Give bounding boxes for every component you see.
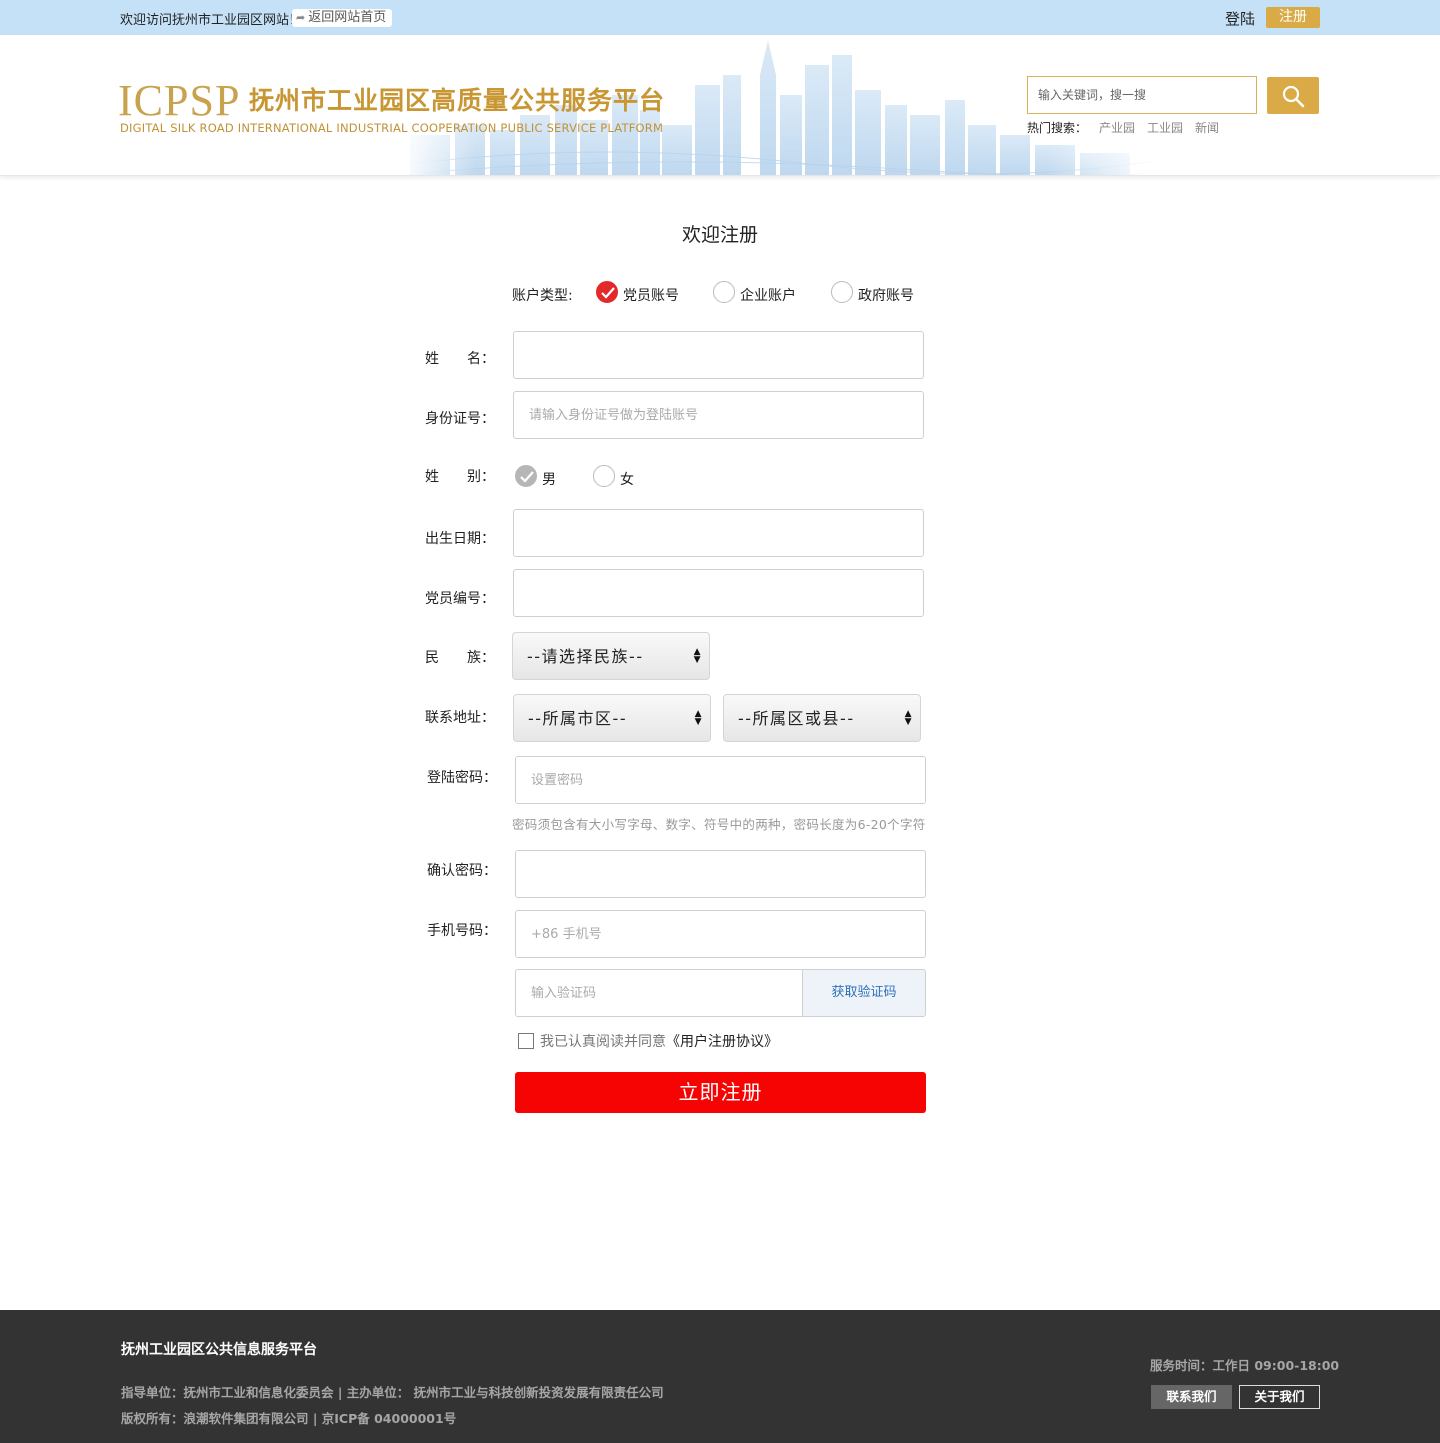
password-label: 登陆密码： [427,770,497,786]
password-hint: 密码须包含有大小写字母、数字、符号中的两种，密码长度为6-20个字符 [512,817,926,832]
home-link-label: 返回网站首页 [308,10,387,25]
id-number-field[interactable] [513,391,924,439]
login-link[interactable]: 登陆 [1225,8,1255,29]
site-footer: 抚州工业园区公共信息服务平台 指导单位：抚州市工业和信息化委员会 | 主办单位：… [0,1310,1440,1443]
county-select-value: --所属区或县-- [738,709,855,728]
verification-code-field[interactable] [515,969,803,1017]
radio-account-party[interactable] [596,281,618,303]
radio-account-enterprise[interactable] [713,281,735,303]
footer-organizers: 指导单位：抚州市工业和信息化委员会 | 主办单位： 抚州市工业与科技创新投资发展… [121,1385,664,1400]
birth-label: 出生日期： [425,531,495,547]
name-field[interactable] [513,331,924,379]
top-bar: 欢迎访问抚州市工业园区网站！ ➦ 返回网站首页 登陆 注册 [0,0,1440,35]
county-select[interactable]: --所属区或县-- ▲ ▼ [723,694,921,742]
protocol-link[interactable]: 《用户注册协议》 [666,1034,778,1050]
phone-field[interactable] [515,910,926,958]
id-label: 身份证号： [425,411,495,427]
confirm-password-field[interactable] [515,850,926,898]
radio-account-government[interactable] [831,281,853,303]
radio-gender-male[interactable] [515,465,537,487]
radio-gender-female[interactable] [593,465,615,487]
member-number-field[interactable] [513,569,924,617]
hot-search-item[interactable]: 新闻 [1195,121,1219,135]
hot-search: 热门搜索： 产业园 工业园 新闻 [1027,119,1219,136]
select-arrows-icon: ▲ ▼ [693,647,702,665]
birth-date-field[interactable] [513,509,924,557]
logo-mark[interactable]: ICPSP [118,75,240,126]
ethnic-select[interactable]: --请选择民族-- ▲ ▼ [512,632,710,680]
logo-subtitle: DIGITAL SILK ROAD INTERNATIONAL INDUSTRI… [120,121,664,135]
city-select-value: --所属市区-- [528,709,628,728]
footer-copyright: 版权所有：浪潮软件集团有限公司 | 京ICP备 04000001号 [121,1411,457,1426]
agree-text: 我已认真阅读并同意《用户注册协议》 [540,1031,778,1051]
footer-title: 抚州工业园区公共信息服务平台 [121,1342,317,1358]
hot-search-item[interactable]: 产业园 [1099,121,1135,135]
account-type-label: 账户类型: [512,288,573,304]
search-icon [1282,85,1305,107]
service-time: 服务时间：工作日 09:00-18:00 [1150,1358,1340,1373]
agree-label: 我已认真阅读并同意 [540,1034,666,1050]
share-arrow-icon: ➦ [296,11,306,24]
register-button[interactable]: 注册 [1266,7,1320,28]
city-select[interactable]: --所属市区-- ▲ ▼ [513,694,711,742]
agree-checkbox[interactable] [518,1033,534,1049]
gender-label: 姓 别： [425,469,495,485]
checkmark-icon [601,287,615,299]
search-button[interactable] [1267,77,1319,114]
confirm-password-label: 确认密码： [427,863,497,879]
radio-label: 政府账号 [858,288,914,304]
site-header: ICPSP 抚州市工业园区高质量公共服务平台 DIGITAL SILK ROAD… [0,35,1440,176]
contact-us-button[interactable]: 联系我们 [1151,1385,1232,1409]
form-title: 欢迎注册 [681,224,758,246]
welcome-text: 欢迎访问抚州市工业园区网站！ [120,13,303,28]
get-code-button[interactable]: 获取验证码 [802,969,926,1017]
member-no-label: 党员编号： [425,591,495,607]
address-label: 联系地址： [425,710,495,726]
home-link[interactable]: ➦ 返回网站首页 [292,9,393,27]
radio-label: 女 [620,472,634,488]
checkmark-icon [520,471,534,483]
ethnic-label: 民 族： [425,650,495,666]
select-arrows-icon: ▲ ▼ [904,709,913,727]
hot-search-label: 热门搜索： [1027,121,1088,135]
search-input[interactable] [1027,76,1257,114]
radio-label: 企业账户 [740,288,796,304]
select-arrows-icon: ▲ ▼ [694,709,703,727]
submit-register-button[interactable]: 立即注册 [515,1072,926,1113]
name-label: 姓 名： [425,351,495,367]
radio-label: 男 [542,472,556,488]
password-field[interactable] [515,756,926,804]
phone-label: 手机号码： [427,923,497,939]
hot-search-item[interactable]: 工业园 [1147,121,1183,135]
about-us-button[interactable]: 关于我们 [1239,1385,1320,1409]
radio-label: 党员账号 [623,288,679,304]
ethnic-select-value: --请选择民族-- [527,647,644,666]
logo-title: 抚州市工业园区高质量公共服务平台 [249,86,666,115]
